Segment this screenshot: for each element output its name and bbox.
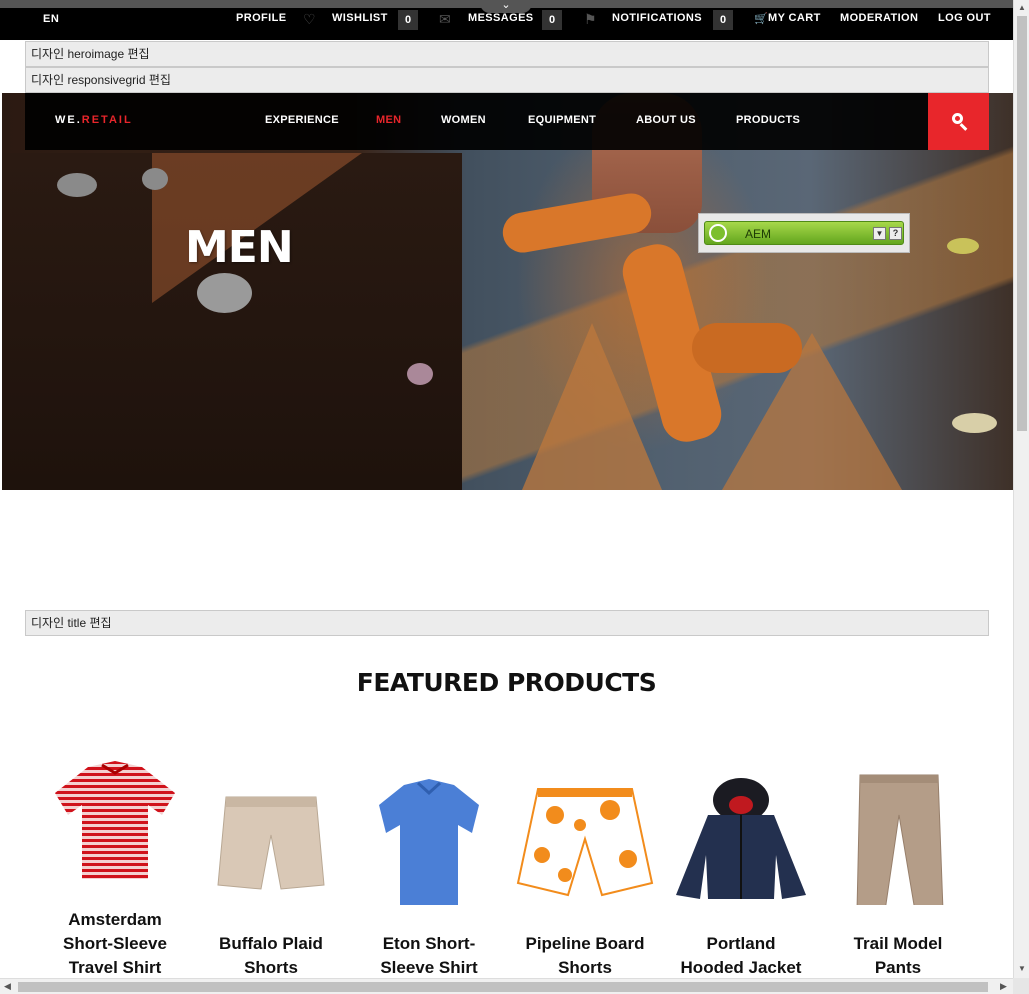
profile-link[interactable]: PROFILE (236, 12, 286, 24)
climber-leg (692, 323, 802, 373)
climbing-hold (947, 238, 979, 254)
logo-suffix: RETAIL (81, 114, 133, 126)
scroll-up-arrow[interactable]: ▲ (1018, 3, 1026, 12)
product-name: Portland Hooded Jacket (666, 932, 816, 980)
main-navigation: WE.RETAIL EXPERIENCE MEN WOMEN EQUIPMENT… (25, 93, 989, 150)
moderation-link[interactable]: MODERATION (840, 12, 918, 24)
messages-count-badge: 0 (542, 10, 562, 30)
product-image (823, 755, 973, 912)
aem-label: AEM (745, 227, 772, 241)
climbing-hold (952, 413, 997, 433)
nav-item-equipment[interactable]: EQUIPMENT (528, 114, 596, 126)
aem-dropdown-button[interactable]: ▼ (873, 227, 886, 240)
product-name: Eton Short- Sleeve Shirt (354, 932, 504, 980)
product-image (196, 755, 346, 905)
product-name-line: Shorts (558, 958, 612, 977)
product-image (510, 755, 660, 905)
product-image (40, 755, 190, 905)
product-image (666, 755, 816, 905)
edit-responsivegrid-bar[interactable]: 디자인 responsivegrid 편집 (25, 67, 989, 93)
climbing-hold (142, 168, 168, 190)
notifications-count-badge: 0 (713, 10, 733, 30)
product-name-line: Shorts (244, 958, 298, 977)
product-name: Buffalo Plaid Shorts (196, 932, 346, 980)
messages-link[interactable]: MESSAGES (468, 12, 534, 24)
product-card[interactable]: Portland Hooded Jacket (666, 755, 816, 977)
product-card[interactable]: Pipeline Board Shorts (510, 755, 660, 977)
product-name: Pipeline Board Shorts (510, 932, 660, 980)
nav-item-women[interactable]: WOMEN (441, 114, 486, 126)
edit-heroimage-bar[interactable]: 디자인 heroimage 편집 (25, 41, 989, 67)
product-name-line: Sleeve Shirt (380, 958, 478, 977)
product-image (354, 755, 504, 905)
product-card[interactable]: Eton Short- Sleeve Shirt (354, 755, 504, 977)
hero-image (2, 93, 1013, 490)
product-name-line: Short-Sleeve (63, 934, 167, 953)
product-name-line: Travel Shirt (68, 958, 162, 977)
aem-help-button[interactable]: ? (889, 227, 902, 240)
language-selector[interactable]: EN (43, 13, 59, 25)
cart-icon: 🛒 (754, 13, 769, 25)
scroll-left-arrow[interactable]: ◀ (4, 981, 11, 992)
product-name: Amsterdam Short-Sleeve Travel Shirt (40, 908, 190, 980)
product-name-line: Hooded Jacket (680, 958, 802, 977)
search-button[interactable] (928, 93, 989, 150)
product-name-line: Trail Model (853, 934, 943, 953)
edit-title-bar[interactable]: 디자인 title 편집 (25, 610, 989, 636)
climbing-hold (197, 273, 252, 313)
envelope-icon: ✉ (439, 11, 451, 27)
hero-wall-triangle (522, 323, 662, 490)
product-name: Trail Model Pants (823, 932, 973, 980)
aem-sidekick: AEM ▼ ? (698, 213, 910, 253)
vertical-scroll-thumb[interactable] (1017, 16, 1027, 431)
nav-item-men[interactable]: MEN (376, 114, 401, 126)
notifications-link[interactable]: NOTIFICATIONS (612, 12, 702, 24)
product-name-line: Pipeline Board (525, 934, 645, 953)
logout-link[interactable]: LOG OUT (938, 12, 991, 24)
logo-prefix: WE. (55, 114, 82, 126)
product-name-line: Portland (706, 934, 776, 953)
aem-logo-icon (709, 224, 727, 242)
product-card[interactable]: Trail Model Pants (823, 755, 973, 977)
product-name-line: Eton Short- (382, 934, 476, 953)
climbing-hold (407, 363, 433, 385)
nav-item-experience[interactable]: EXPERIENCE (265, 114, 339, 126)
product-name-line: Buffalo Plaid (219, 934, 323, 953)
nav-item-about-us[interactable]: ABOUT US (636, 114, 696, 126)
flag-icon: ⚑ (584, 11, 597, 27)
toolbar-toggle[interactable]: ⌄ (480, 0, 532, 13)
climber-leg (499, 190, 655, 256)
scrollbar-corner (1013, 978, 1029, 994)
climbing-hold (57, 173, 97, 197)
product-name-line: Pants (874, 958, 922, 977)
wishlist-link[interactable]: WISHLIST (332, 12, 388, 24)
aem-bar[interactable]: AEM ▼ ? (704, 221, 904, 245)
vertical-scrollbar[interactable]: ▲ ▼ (1013, 0, 1029, 978)
nav-item-products[interactable]: PRODUCTS (736, 114, 800, 126)
hero-title: MEN (185, 222, 294, 273)
heart-icon: ♡ (303, 11, 316, 27)
scroll-down-arrow[interactable]: ▼ (1018, 964, 1026, 973)
product-card[interactable]: Amsterdam Short-Sleeve Travel Shirt (40, 755, 190, 977)
scroll-right-arrow[interactable]: ▶ (1000, 981, 1007, 992)
featured-products-title: FEATURED PRODUCTS (356, 668, 657, 697)
product-card[interactable]: Buffalo Plaid Shorts (196, 755, 346, 977)
horizontal-scroll-thumb[interactable] (18, 982, 988, 992)
wishlist-count-badge: 0 (398, 10, 418, 30)
site-logo[interactable]: WE.RETAIL (55, 114, 133, 126)
my-cart-link[interactable]: MY CART (768, 12, 821, 24)
horizontal-scrollbar[interactable]: ◀ ▶ (0, 978, 1013, 994)
chevron-down-icon: ⌄ (501, 0, 511, 11)
product-name-line: Amsterdam (68, 910, 162, 929)
